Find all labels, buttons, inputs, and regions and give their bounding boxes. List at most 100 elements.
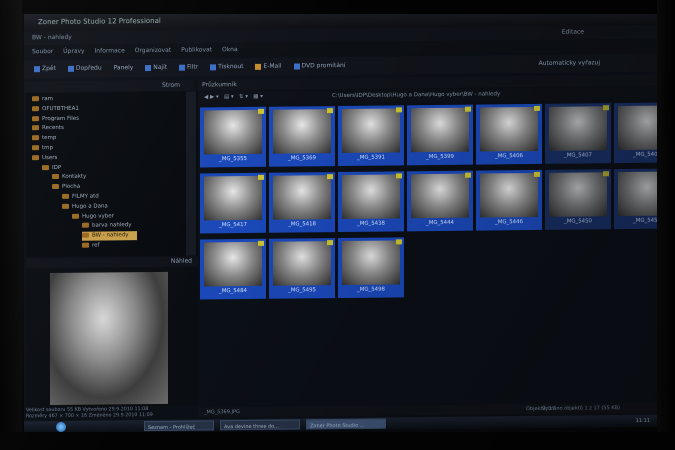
tree-item[interactable]: barva nahledy	[82, 222, 132, 232]
folder-icon	[82, 223, 89, 229]
thumbnail-item[interactable]: _MG_5417	[200, 172, 266, 234]
thumbnail-image	[342, 240, 400, 285]
print-button[interactable]: Tisknout	[210, 63, 244, 70]
thumbnail-image	[549, 106, 607, 151]
menu-upravy[interactable]: Úpravy	[63, 48, 84, 55]
toolbar: Zpět Dopředu Panely Najít Filtr Tisknout…	[24, 53, 660, 79]
monitor-photo: Zoner Photo Studio 12 Professional BW - …	[0, 0, 675, 450]
tree-scrollbar[interactable]	[186, 91, 196, 256]
tree-item-label: Kontakty	[62, 174, 87, 181]
nav-arrows-icon[interactable]: ◀ ▶ ▾ ▤ ▾ ⇅ ▾ ▦ ▾	[204, 91, 263, 105]
tree-view-select[interactable]: Strom	[162, 80, 180, 91]
tree-item-label: Users	[42, 154, 58, 161]
menu-informace[interactable]: Informace	[95, 47, 125, 54]
folder-icon	[52, 184, 59, 190]
tree-item[interactable]: ram	[32, 95, 53, 104]
start-button[interactable]	[56, 421, 66, 432]
exif-badge-icon	[258, 240, 264, 246]
folder-icon	[52, 174, 59, 180]
dvd-button[interactable]: DVD promítání	[293, 62, 345, 70]
tree-item-label: IDP	[52, 164, 62, 171]
thumbnail-image	[204, 241, 262, 287]
clock: 11:11	[635, 417, 650, 424]
folder-icon	[32, 145, 39, 151]
thumbnail-item[interactable]: _MG_5484	[200, 238, 266, 300]
thumbnail-label: _MG_5369	[288, 155, 316, 162]
thumbnail-item[interactable]: _MG_5355	[200, 106, 266, 168]
task-zoner[interactable]: Zoner Photo Studio ...	[306, 418, 386, 430]
path-field[interactable]: C:\Users\IDP\Desktop\Hugo a Dana\Hugo vy…	[332, 88, 500, 103]
exif-badge-icon	[603, 171, 609, 177]
tree-item[interactable]: Hugo a Dana	[62, 202, 108, 211]
thumbnail-label: _MG_5450	[564, 218, 592, 225]
tree-item[interactable]: temp	[32, 134, 56, 143]
menu-soubor[interactable]: Soubor	[32, 48, 53, 55]
menu-organizovat[interactable]: Organizovat	[135, 47, 171, 54]
thumbnail-item[interactable]: _MG_5399	[407, 104, 473, 166]
thumbnail-item[interactable]: _MG_5444	[407, 170, 473, 232]
menu-publikovat[interactable]: Publikovat	[181, 46, 212, 53]
exif-badge-icon	[534, 171, 540, 177]
editace-label[interactable]: Editace	[562, 25, 584, 39]
tree-item-label: ref	[92, 242, 100, 249]
thumbnail-item[interactable]: _MG_5438	[338, 171, 404, 233]
preview-select[interactable]: Náhled	[171, 257, 192, 267]
exif-badge-icon	[534, 105, 540, 111]
tree-item[interactable]: Kontakty	[52, 173, 86, 182]
auto-reject-toggle[interactable]: Automaticky vyřazuj	[539, 54, 600, 73]
tree-item[interactable]: tmp	[32, 144, 53, 153]
thumbnail-item[interactable]: _MG_5450	[545, 169, 611, 230]
folder-icon	[32, 154, 39, 161]
thumbnail-item[interactable]: _MG_5391	[338, 105, 404, 167]
tree-item[interactable]: Hugo vyber	[72, 212, 114, 221]
tree-item[interactable]: FILMY atd	[62, 193, 99, 202]
filter-button[interactable]: Filtr	[179, 64, 198, 71]
tree-item[interactable]: IDP	[42, 164, 61, 173]
document-tab[interactable]: BW - nahledy	[32, 34, 72, 41]
thumbnail-label: _MG_5498	[357, 286, 385, 293]
thumbnail-image	[549, 172, 607, 217]
thumbnail-image	[411, 107, 469, 153]
task-ava[interactable]: Ava devine three do...	[220, 419, 300, 431]
thumbnail-label: _MG_5418	[288, 221, 316, 228]
thumbnail-item[interactable]: _MG_5498	[338, 237, 404, 299]
panels-button[interactable]: Panely	[114, 64, 134, 71]
thumbnail-item[interactable]: _MG_5446	[476, 169, 542, 231]
forward-icon	[67, 65, 74, 72]
folder-icon	[72, 213, 79, 219]
tree-item[interactable]: Users	[32, 154, 57, 163]
thumbnail-image	[273, 175, 331, 220]
task-seznam[interactable]: Seznam - Prohlížeč	[144, 420, 214, 432]
exif-badge-icon	[258, 108, 264, 114]
thumbnail-item[interactable]: _MG_5407	[545, 103, 611, 164]
find-button[interactable]: Najít	[145, 64, 167, 71]
tree-item[interactable]: Program Files	[32, 114, 79, 123]
back-button[interactable]: Zpět	[34, 65, 56, 72]
exif-badge-icon	[465, 172, 471, 178]
folder-icon	[42, 164, 49, 170]
tree-item-label: tmp	[42, 145, 54, 152]
tree-item-label: barva nahledy	[92, 222, 132, 230]
tree-item[interactable]: BW - nahledy	[82, 231, 137, 241]
tree-item[interactable]: OFUTBTHEA1	[32, 105, 79, 114]
thumbnail-item[interactable]: _MG_5418	[269, 172, 335, 233]
disc-icon	[293, 62, 300, 70]
menu-okna[interactable]: Okna	[222, 46, 238, 53]
tree-item-label: Hugo a Dana	[72, 203, 108, 210]
thumbnail-image	[480, 106, 538, 152]
thumbnail-image	[204, 109, 262, 155]
folder-icon	[82, 242, 89, 248]
bezel-bottom	[0, 432, 675, 450]
next-button[interactable]: Dopředu	[67, 65, 102, 72]
thumbnail-item[interactable]: _MG_5495	[269, 238, 335, 299]
tree-item-label: OFUTBTHEA1	[42, 105, 79, 112]
thumbnail-label: _MG_5399	[426, 153, 454, 161]
thumbnail-item[interactable]: _MG_5406	[476, 103, 542, 165]
thumbnail-item[interactable]: _MG_5369	[269, 106, 335, 167]
tree-item[interactable]: Plocha	[52, 183, 80, 192]
tree-item[interactable]: ref	[82, 242, 99, 251]
email-button[interactable]: E-Mail	[255, 63, 282, 70]
tree-item[interactable]: Recents	[32, 124, 64, 133]
folder-icon	[62, 203, 69, 209]
filter-icon	[179, 64, 186, 71]
